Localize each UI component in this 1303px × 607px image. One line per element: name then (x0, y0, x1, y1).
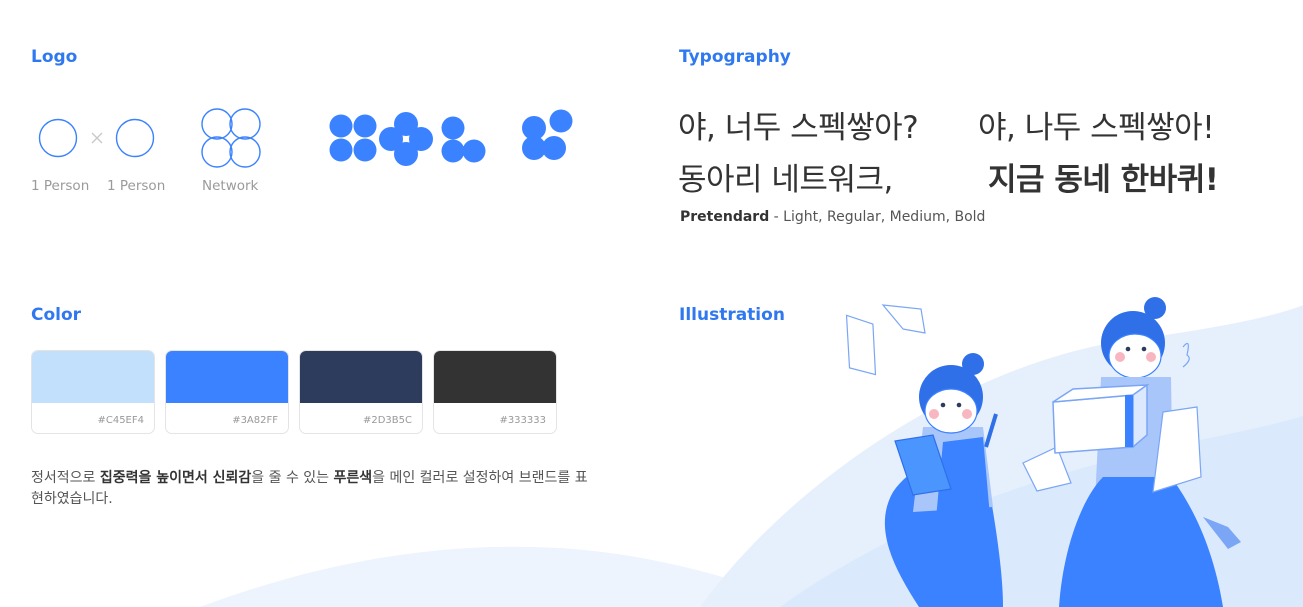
swatch-fill (434, 351, 556, 403)
illustration-section-title: Illustration (679, 305, 785, 325)
swatch-fill (166, 351, 288, 403)
color-swatch-light-blue: #C45EF4 (31, 350, 155, 434)
logo-label-person-2: 1 Person (107, 178, 166, 194)
color-section-title: Color (31, 305, 82, 325)
font-weights: - Light, Regular, Medium, Bold (773, 209, 986, 225)
flower-logo-icon-2 (379, 112, 433, 166)
flower-logo-icon-4 (522, 109, 573, 160)
color-swatch-navy: #2D3B5C (299, 350, 423, 434)
font-name: Pretendard (680, 209, 770, 225)
typography-sample-regular-1: 야, 나두 스펙쌓아! (978, 110, 1215, 146)
swatch-hex: #C45EF4 (97, 415, 144, 426)
typography-section-title: Typography (679, 47, 791, 67)
color-description: 정서적으로 집중력을 높이면서 신뢰감을 줄 수 있는 푸른색을 메인 컬러로 … (31, 468, 591, 510)
desc-bold: 푸른색 (333, 470, 373, 486)
swatch-fill (32, 351, 154, 403)
person-circle-icon (115, 118, 155, 158)
network-icon (201, 108, 261, 168)
typography-sample-light-1: 야, 너두 스펙쌓아? (678, 110, 919, 146)
font-info: Pretendard - Light, Regular, Medium, Bol… (680, 209, 985, 225)
flower-logo-icon-1 (329, 114, 377, 162)
color-swatch-blue: #3A82FF (165, 350, 289, 434)
desc-bold: 집중력을 높이면서 신뢰감 (99, 470, 252, 486)
swatch-fill (300, 351, 422, 403)
times-icon (91, 132, 103, 144)
desc-text: 정서적으로 (31, 470, 100, 486)
illustration-characters (845, 297, 1241, 607)
logo-label-network: Network (202, 178, 259, 194)
typography-sample-bold: 지금 동네 한바퀴! (988, 162, 1219, 198)
person-circle-icon (38, 118, 78, 158)
logo-section-title: Logo (31, 47, 78, 67)
swatch-hex: #3A82FF (232, 415, 278, 426)
logo-label-person-1: 1 Person (31, 178, 90, 194)
swatch-hex: #333333 (499, 415, 546, 426)
flower-logo-icon-3 (441, 116, 486, 163)
desc-text: 을 줄 수 있는 (251, 470, 334, 486)
typography-sample-medium: 동아리 네트워크, (678, 162, 893, 198)
swatch-hex: #2D3B5C (362, 415, 412, 426)
color-swatch-dark-gray: #333333 (433, 350, 557, 434)
